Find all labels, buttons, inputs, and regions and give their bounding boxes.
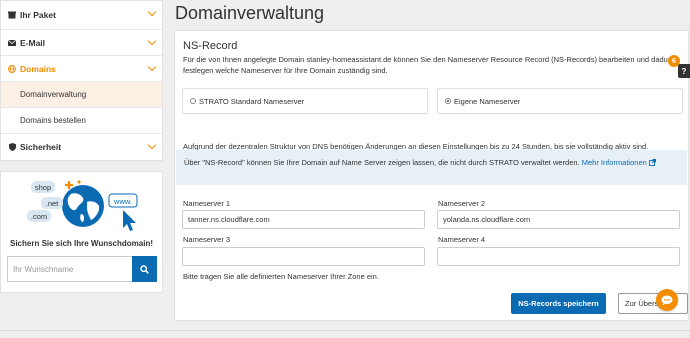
sidebar-item-email[interactable]: E-Mail — [1, 30, 162, 56]
sidebar-item-domains[interactable]: Domains — [1, 56, 162, 82]
chat-icon — [661, 295, 673, 305]
tag-shop: shop — [31, 181, 55, 193]
help-button[interactable]: ? — [678, 64, 690, 78]
card-description: Für die von Ihnen angelegte Domain stanl… — [183, 55, 679, 75]
sidebar-item-sicherheit[interactable]: Sicherheit — [1, 134, 162, 160]
option-eigene-nameserver[interactable]: Eigene Nameserver — [437, 88, 683, 114]
nameserver-3-input[interactable] — [182, 247, 425, 266]
nameserver-1-label: Nameserver 1 — [183, 199, 231, 208]
domain-promo-illustration: shop .net .com www. — [27, 180, 138, 231]
more-info-link[interactable]: Mehr Informationen — [582, 158, 656, 167]
page-title: Domainverwaltung — [175, 3, 325, 23]
card-title: NS-Record — [183, 40, 238, 52]
envelope-icon — [7, 39, 17, 46]
page-divider — [0, 330, 690, 331]
nameserver-2-input[interactable] — [437, 210, 680, 229]
chevron-down-icon — [147, 36, 157, 46]
wunschname-input[interactable] — [7, 256, 132, 282]
svg-text:shop: shop — [35, 183, 51, 192]
svg-text:.com: .com — [31, 212, 47, 221]
info-box: Über "NS-Record" können Sie Ihre Domain … — [176, 150, 687, 185]
chevron-down-icon — [147, 62, 157, 72]
nameserver-2-label: Nameserver 2 — [438, 199, 486, 208]
chevron-down-icon — [147, 140, 157, 150]
promo-title: Sichern Sie sich Ihre Wunschdomain! — [10, 239, 153, 248]
chevron-down-icon — [147, 7, 157, 17]
option-label: Eigene Nameserver — [454, 96, 521, 106]
shield-icon — [7, 143, 17, 151]
sidebar-subitem-domainverwaltung[interactable]: Domainverwaltung — [1, 82, 162, 108]
tag-www: www. — [108, 193, 138, 208]
globe-icon — [7, 64, 17, 73]
chat-button[interactable] — [656, 289, 678, 311]
tag-com: .com — [27, 210, 51, 222]
nameserver-3-label: Nameserver 3 — [183, 235, 231, 244]
ns-record-card: NS-Record Für die von Ihnen angelegte Do… — [174, 30, 689, 321]
cursor-icon — [123, 210, 136, 231]
nameserver-hint: Bitte tragen Sie alle definierten Namese… — [183, 272, 379, 281]
option-strato-standard-nameserver[interactable]: STRATO Standard Nameserver — [182, 88, 428, 114]
nameserver-4-label: Nameserver 4 — [438, 235, 486, 244]
notification-badge: 6 — [668, 55, 680, 67]
nameserver-4-input[interactable] — [437, 247, 680, 266]
sidebar: Ihr Paket E-Mail Domains Domainverwaltun… — [0, 0, 163, 293]
sidebar-item-label: Ihr Paket — [20, 10, 56, 20]
sidebar-nav: Ihr Paket E-Mail Domains Domainverwaltun… — [0, 0, 163, 161]
info-text: Über "NS-Record" können Sie Ihre Domain … — [184, 158, 580, 167]
sidebar-item-label: E-Mail — [20, 37, 46, 48]
sidebar-item-label: Sicherheit — [20, 142, 62, 152]
sidebar-item-ihr-paket[interactable]: Ihr Paket — [1, 1, 162, 30]
option-label: STRATO Standard Nameserver — [199, 96, 305, 106]
radio-on-icon — [445, 98, 451, 104]
radio-off-icon — [190, 98, 196, 104]
domain-search-button[interactable] — [132, 256, 157, 282]
sidebar-item-label: Domains — [20, 63, 56, 74]
sidebar-subitem-domains-bestellen[interactable]: Domains bestellen — [1, 108, 162, 134]
package-icon — [7, 11, 17, 19]
save-ns-records-button[interactable]: NS-Records speichern — [511, 293, 606, 314]
tag-net: .net — [41, 197, 63, 209]
nameserver-1-input[interactable] — [182, 210, 425, 229]
search-icon — [140, 264, 149, 274]
domain-promo: shop .net .com www. Sichern Sie sich Ihr… — [0, 171, 163, 293]
svg-text:.net: .net — [46, 199, 59, 208]
svg-text:www.: www. — [113, 197, 132, 206]
external-link-icon — [648, 159, 656, 166]
